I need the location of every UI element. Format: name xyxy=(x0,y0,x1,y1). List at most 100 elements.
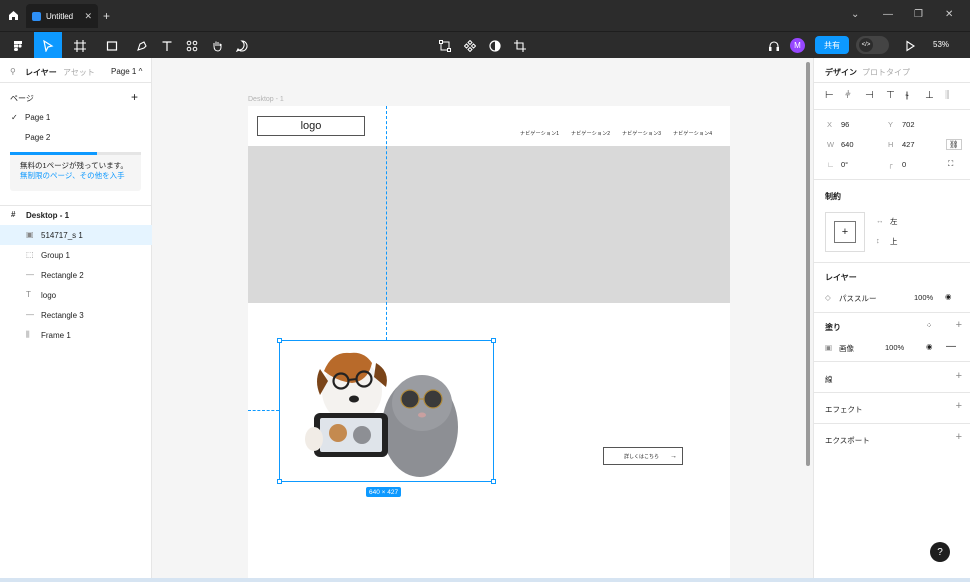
tab-design[interactable]: デザイン xyxy=(825,67,857,78)
align-right-icon[interactable]: ⊣ xyxy=(865,90,874,101)
tab-prototype[interactable]: プロトタイプ xyxy=(862,67,910,78)
image-icon: ▣ xyxy=(26,230,34,239)
crop-icon[interactable] xyxy=(512,32,528,59)
pages-title: ページ xyxy=(10,94,34,103)
restore-button[interactable]: ❐ xyxy=(914,9,923,20)
rectangle-icon: — xyxy=(26,270,34,279)
user-avatar[interactable]: M xyxy=(790,38,805,53)
y-input[interactable]: 702 xyxy=(902,120,915,129)
tab-layers[interactable]: レイヤー xyxy=(25,67,57,78)
comment-tool-icon[interactable] xyxy=(233,32,251,59)
chevron-down-icon[interactable]: ⌄ xyxy=(851,9,859,20)
x-input[interactable]: 96 xyxy=(841,120,849,129)
remove-fill-icon[interactable]: — xyxy=(946,341,956,352)
expand-corners-icon[interactable]: ⛶ xyxy=(948,159,953,169)
page-item-page-2[interactable]: Page 2 xyxy=(0,128,152,146)
nav-item-4[interactable]: ナビゲーション4 xyxy=(673,130,712,137)
layer-frame-1[interactable]: ⫼ Frame 1 xyxy=(0,325,152,345)
layer-name: logo xyxy=(41,290,57,300)
figma-file-icon xyxy=(32,11,41,21)
align-left-icon[interactable]: ⊢ xyxy=(825,90,834,101)
eye-icon[interactable]: ◉ xyxy=(945,292,952,301)
add-stroke-button[interactable]: + xyxy=(956,370,962,382)
search-icon[interactable]: ⚲ xyxy=(10,67,16,76)
new-tab-button[interactable]: + xyxy=(103,9,110,23)
add-effect-button[interactable]: + xyxy=(956,400,962,412)
fill-type-label[interactable]: 画像 xyxy=(839,343,854,354)
fill-opacity-input[interactable]: 100% xyxy=(885,343,904,352)
layer-desktop-1[interactable]: # Desktop - 1 xyxy=(0,205,152,225)
add-fill-button[interactable]: + xyxy=(956,319,962,331)
align-bottom-icon[interactable]: ⊥ xyxy=(925,90,934,101)
resize-handle-top-right[interactable] xyxy=(491,338,496,343)
home-icon[interactable] xyxy=(0,0,26,31)
align-center-v-icon[interactable]: ⫳ xyxy=(905,90,909,101)
window-close-button[interactable]: ✕ xyxy=(945,9,953,20)
resize-handle-top-left[interactable] xyxy=(277,338,282,343)
align-top-icon[interactable]: ⊤ xyxy=(886,90,895,101)
headphones-icon[interactable] xyxy=(766,32,782,59)
frame-label[interactable]: Desktop - 1 xyxy=(248,96,284,103)
frame-tool-icon[interactable] xyxy=(66,32,94,59)
help-button[interactable]: ? xyxy=(930,542,950,562)
canvas-scrollbar[interactable] xyxy=(806,62,810,466)
layer-image[interactable]: ▣ 514717_s 1 xyxy=(0,225,152,245)
vertical-constraint-select[interactable]: 上 xyxy=(890,236,898,247)
component-icon[interactable] xyxy=(462,32,478,59)
nav-item-3[interactable]: ナビゲーション3 xyxy=(622,130,661,137)
more-button[interactable]: 詳しくはこちら → xyxy=(603,447,683,465)
resize-handle-bottom-left[interactable] xyxy=(277,479,282,484)
move-tool-icon[interactable] xyxy=(34,32,62,59)
fill-eye-icon[interactable]: ◉ xyxy=(926,342,933,351)
add-export-button[interactable]: + xyxy=(956,431,962,443)
nav-item-1[interactable]: ナビゲーション1 xyxy=(520,130,559,137)
minimize-button[interactable]: — xyxy=(883,9,893,20)
layer-logo[interactable]: T logo xyxy=(0,285,152,305)
canvas[interactable]: Desktop - 1 logo ナビゲーション1 ナビゲーション2 ナビゲーシ… xyxy=(152,58,805,578)
present-play-icon[interactable] xyxy=(900,32,920,59)
layer-name: 514717_s 1 xyxy=(41,230,83,240)
corner-radius-input[interactable]: 0 xyxy=(902,160,906,169)
auto-layout-icon[interactable] xyxy=(437,32,453,59)
pen-tool-icon[interactable] xyxy=(128,32,156,59)
text-tool-icon[interactable] xyxy=(158,32,176,59)
w-label: W xyxy=(827,140,835,149)
page-item-page-1[interactable]: ✓ Page 1 xyxy=(0,108,152,126)
blend-mode-select[interactable]: パススルー xyxy=(839,293,877,304)
constrain-proportions-icon[interactable]: ⛓ xyxy=(946,139,962,150)
logo-box[interactable]: logo xyxy=(257,116,365,136)
layer-opacity-input[interactable]: 100% xyxy=(914,293,933,302)
nav-item-2[interactable]: ナビゲーション2 xyxy=(571,130,610,137)
hero-rectangle[interactable] xyxy=(248,146,730,303)
stroke-title: 線 xyxy=(825,375,833,384)
align-center-h-icon[interactable]: ⫩ xyxy=(845,90,851,101)
horizontal-constraint-select[interactable]: 左 xyxy=(890,216,898,227)
tab-assets[interactable]: アセット xyxy=(63,67,95,78)
h-input[interactable]: 427 xyxy=(902,140,915,149)
fill-styles-icon[interactable]: ⁘ xyxy=(926,321,932,330)
layer-group-1[interactable]: ⬚ Group 1 xyxy=(0,245,152,265)
resources-icon[interactable] xyxy=(183,32,201,59)
upsell-link[interactable]: 無制限のページ、その他を入手 xyxy=(20,171,131,181)
layer-rectangle-3[interactable]: — Rectangle 3 xyxy=(0,305,152,325)
rotation-input[interactable]: 0° xyxy=(841,160,848,169)
constraint-widget[interactable]: + xyxy=(825,212,865,252)
close-tab-icon[interactable]: ✕ xyxy=(84,11,92,22)
measure-guide-vertical xyxy=(386,106,387,340)
contrast-icon[interactable] xyxy=(487,32,503,59)
file-tab[interactable]: Untitled ✕ xyxy=(26,4,98,28)
add-page-button[interactable]: + xyxy=(131,90,138,104)
distribute-icon[interactable]: ⫼ xyxy=(945,90,950,101)
page-selector[interactable]: Page 1 ^ xyxy=(111,67,142,76)
hand-tool-icon[interactable] xyxy=(208,32,226,59)
w-input[interactable]: 640 xyxy=(841,140,854,149)
taskbar-strip xyxy=(0,578,970,582)
dev-mode-toggle[interactable]: </> xyxy=(856,36,889,54)
resize-handle-bottom-right[interactable] xyxy=(491,479,496,484)
share-button[interactable]: 共有 xyxy=(815,36,849,54)
layer-rectangle-2[interactable]: — Rectangle 2 xyxy=(0,265,152,285)
zoom-level[interactable]: 53% xyxy=(933,40,949,49)
dog-cat-image[interactable] xyxy=(279,340,494,482)
rectangle-tool-icon[interactable] xyxy=(98,32,126,59)
main-menu-icon[interactable] xyxy=(5,32,31,59)
